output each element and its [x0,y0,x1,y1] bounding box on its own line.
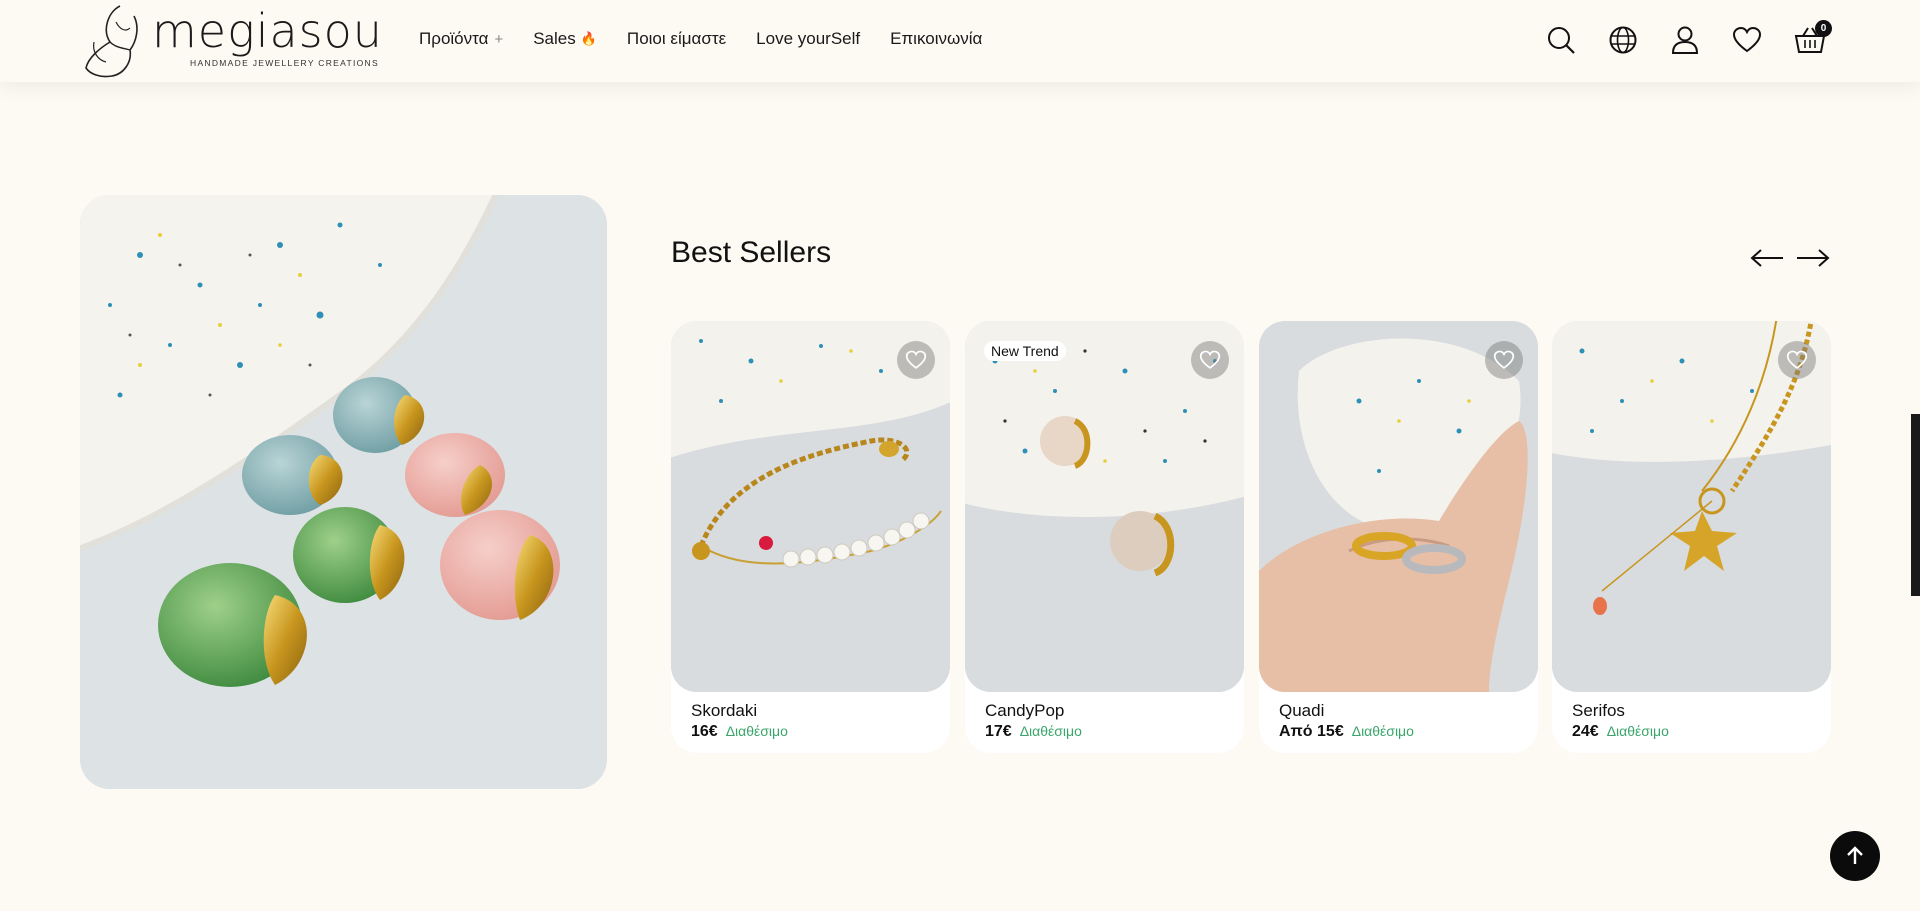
nav-item-sales[interactable]: Sales 🔥 [533,29,597,49]
nav-item-contact[interactable]: Επικοινωνία [890,29,982,49]
product-name[interactable]: Serifos [1572,701,1625,721]
product-price: 17€ Διαθέσιμο [985,723,1082,741]
nav-item-products[interactable]: Προϊόντα + [419,29,503,49]
nav-item-label: Sales [533,29,576,48]
wishlist-heart-icon[interactable] [1778,341,1816,379]
wishlist-heart-icon[interactable] [1485,341,1523,379]
globe-icon[interactable] [1608,25,1638,55]
user-icon[interactable] [1670,25,1700,55]
nav-item-about[interactable]: Ποιοι είμαστε [627,29,726,49]
product-price: Από 15€ Διαθέσιμο [1279,723,1414,741]
logo-wordmark: megiasou [152,4,383,58]
nav-item-love-yourself[interactable]: Love yourSelf [756,29,860,49]
product-badge: New Trend [984,341,1066,361]
search-icon[interactable] [1546,25,1576,55]
logo-figure-icon [85,5,138,78]
wishlist-heart-icon[interactable] [1191,341,1229,379]
stock-status: Διαθέσιμο [725,723,788,739]
back-to-top-button[interactable] [1830,831,1880,881]
product-card[interactable]: New Trend CandyPop 17€ Διαθέσιμο [965,321,1244,753]
carousel-next-arrow-icon[interactable] [1796,248,1830,268]
site-logo[interactable]: megiasou HANDMADE JEWELLERY CREATIONS [80,2,383,80]
product-card[interactable]: Quadi Από 15€ Διαθέσιμο [1259,321,1538,753]
price-value: 17€ [985,723,1012,740]
product-name[interactable]: CandyPop [985,701,1064,721]
product-card[interactable]: Skordaki 16€ Διαθέσιμο [671,321,950,753]
logo-tagline: HANDMADE JEWELLERY CREATIONS [190,58,379,68]
nav-item-label: Ποιοι είμαστε [626,29,727,48]
cart-count-badge: 0 [1815,20,1832,37]
wishlist-heart-icon[interactable] [897,341,935,379]
carousel-prev-arrow-icon[interactable] [1750,248,1784,268]
product-price: 24€ Διαθέσιμο [1572,723,1669,741]
stock-status: Διαθέσιμο [1351,723,1414,739]
price-value: 24€ [1572,723,1599,740]
section-title: Best Sellers [671,236,832,269]
stock-status: Διαθέσιμο [1019,723,1082,739]
product-card[interactable]: Serifos 24€ Διαθέσιμο [1552,321,1831,753]
arrow-up-icon [1847,846,1863,864]
stock-status: Διαθέσιμο [1606,723,1669,739]
heart-icon[interactable] [1732,25,1762,55]
price-value: 16€ [691,723,718,740]
main-nav: Προϊόντα + Sales 🔥 Ποιοι είμαστε Love yo… [419,29,1012,49]
featured-image [80,195,607,789]
nav-item-label: Προϊόντα [419,29,489,48]
price-value: Από 15€ [1279,723,1344,740]
side-panel-tab[interactable] [1911,414,1920,596]
site-header: megiasou HANDMADE JEWELLERY CREATIONS Πρ… [0,0,1920,82]
nav-item-label: Επικοινωνία [890,29,983,48]
nav-item-label: Love yourSelf [756,29,861,48]
basket-icon[interactable]: 0 [1794,20,1832,55]
product-name[interactable]: Quadi [1279,701,1324,721]
product-name[interactable]: Skordaki [691,701,757,721]
plus-icon: + [494,30,504,48]
product-price: 16€ Διαθέσιμο [691,723,788,741]
fire-icon: 🔥 [580,31,597,46]
